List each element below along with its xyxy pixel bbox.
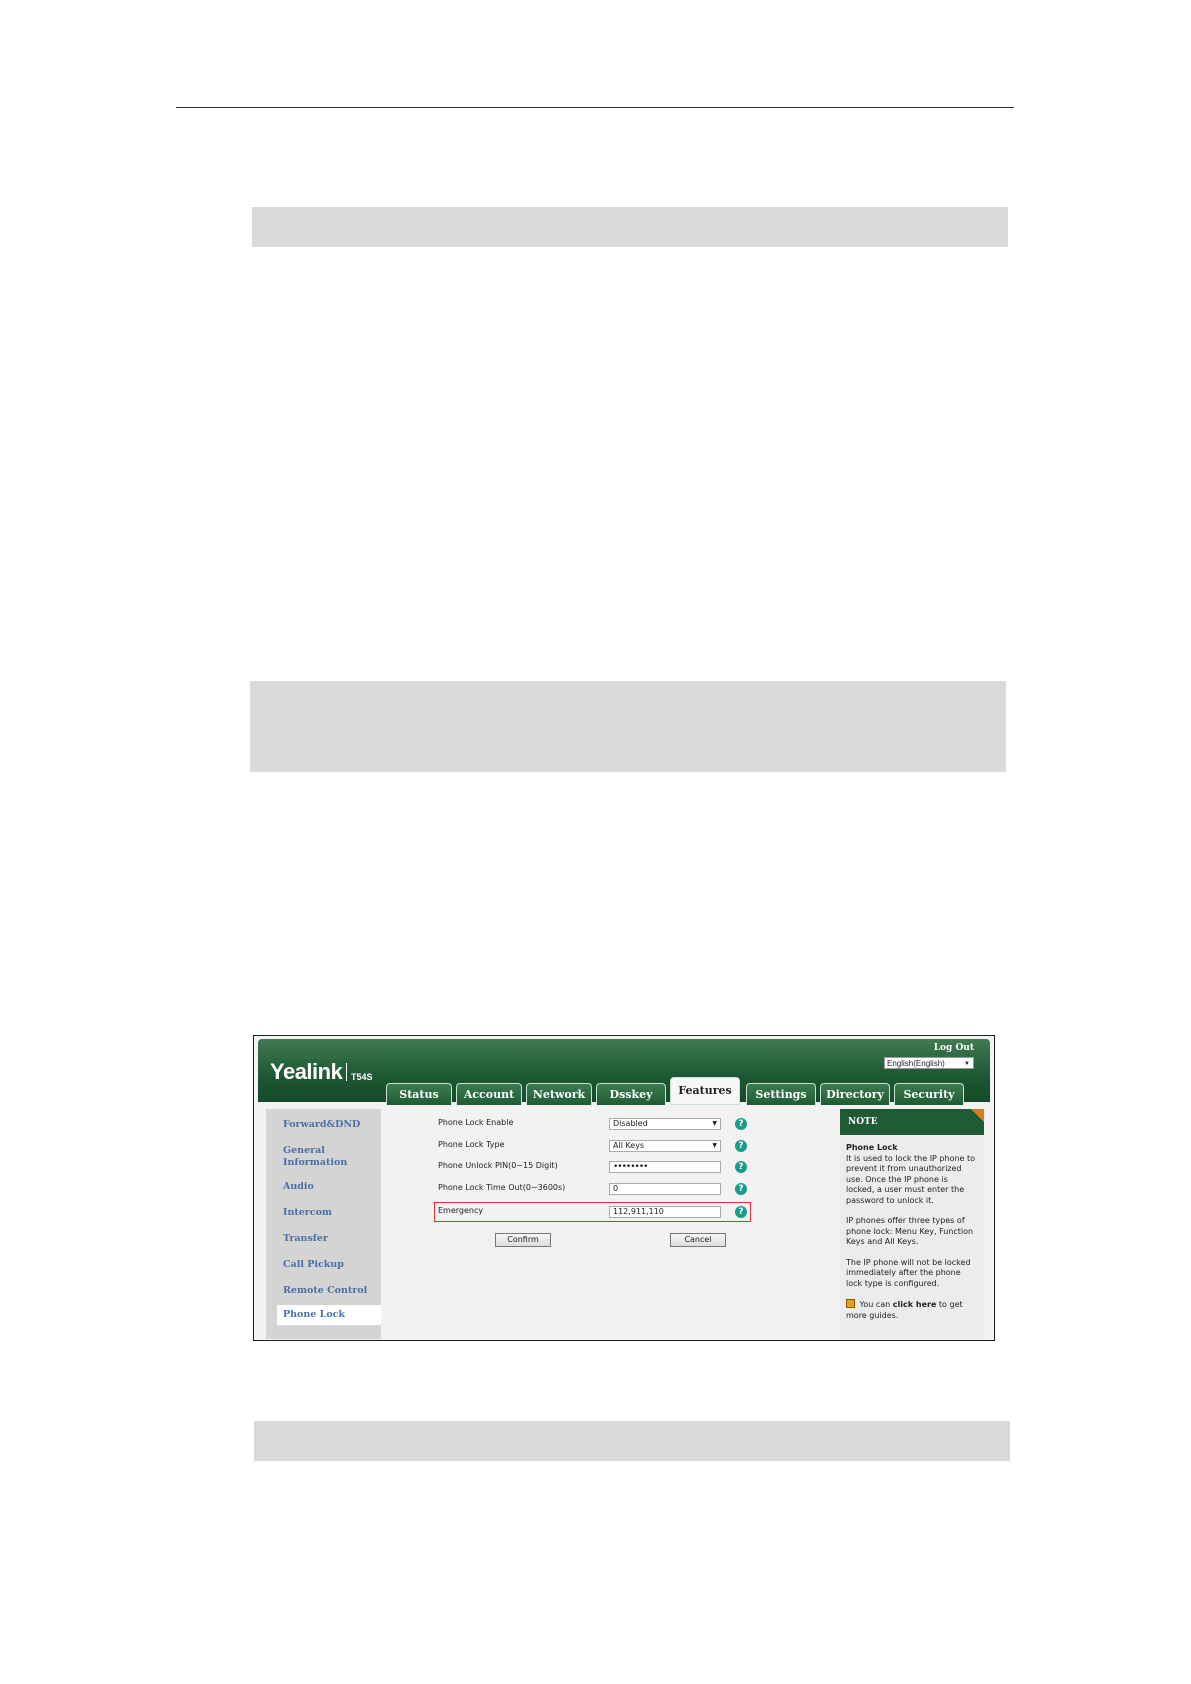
tab-directory[interactable]: Directory — [820, 1083, 890, 1105]
chevron-down-icon: ▼ — [964, 1061, 970, 1067]
tab-status[interactable]: Status — [386, 1083, 452, 1105]
sidebar-item-audio[interactable]: Audio — [283, 1181, 314, 1193]
chevron-down-icon: ▼ — [712, 1142, 717, 1149]
features-sidebar: Forward&DND General Information Audio In… — [266, 1109, 381, 1339]
note-guide: You can click here to get more guides. — [846, 1299, 978, 1321]
note-guide-pre: You can — [859, 1300, 891, 1309]
sidebar-item-intercom[interactable]: Intercom — [283, 1207, 332, 1219]
unlock-pin-label: Phone Unlock PIN(0~15 Digit) — [438, 1161, 558, 1170]
sidebar-item-forward-dnd[interactable]: Forward&DND — [283, 1119, 360, 1131]
unlock-pin-input[interactable]: •••••••• — [609, 1161, 721, 1173]
language-select[interactable]: English(English) ▼ — [884, 1057, 974, 1069]
note-text-1: It is used to lock the IP phone to preve… — [846, 1153, 976, 1205]
emergency-label: Emergency — [438, 1206, 484, 1215]
note-title: Phone Lock — [846, 1143, 898, 1152]
shaded-block-middle — [250, 681, 1006, 772]
yealink-logo: Yealink — [270, 1059, 343, 1084]
web-ui-screenshot: Yealink T54S Log Out English(English) ▼ … — [253, 1035, 995, 1341]
note-text-2: IP phones offer three types of phone loc… — [846, 1216, 974, 1246]
lock-timeout-input[interactable]: 0 — [609, 1183, 721, 1195]
tab-dsskey[interactable]: Dsskey — [596, 1083, 666, 1105]
tab-features[interactable]: Features — [670, 1077, 740, 1105]
sidebar-item-phone-lock[interactable]: Phone Lock — [277, 1305, 381, 1325]
phone-lock-enable-value: Disabled — [613, 1119, 648, 1128]
web-ui-header: Yealink T54S Log Out English(English) ▼ … — [258, 1039, 990, 1105]
shaded-block-top — [252, 207, 1008, 247]
tab-account[interactable]: Account — [456, 1083, 522, 1105]
note-paragraph-1: Phone Lock It is used to lock the IP pho… — [846, 1143, 978, 1206]
sidebar-item-transfer[interactable]: Transfer — [283, 1233, 328, 1245]
note-header: NOTE — [840, 1109, 984, 1135]
help-icon[interactable]: ? — [735, 1161, 747, 1173]
model-label: T54S — [351, 1072, 373, 1082]
logout-link[interactable]: Log Out — [934, 1043, 974, 1053]
sidebar-item-call-pickup[interactable]: Call Pickup — [283, 1259, 344, 1271]
language-value: English(English) — [887, 1059, 945, 1068]
note-panel: Phone Lock It is used to lock the IP pho… — [840, 1135, 984, 1339]
phone-lock-enable-select[interactable]: Disabled ▼ — [609, 1118, 721, 1130]
note-corner-icon — [971, 1109, 984, 1122]
logo-separator — [346, 1063, 347, 1081]
help-icon[interactable]: ? — [735, 1118, 747, 1130]
cancel-button[interactable]: Cancel — [670, 1233, 726, 1247]
tab-network[interactable]: Network — [526, 1083, 592, 1105]
book-icon — [846, 1299, 855, 1308]
note-header-label: NOTE — [848, 1117, 878, 1127]
note-text-3: The IP phone will not be locked immediat… — [846, 1257, 971, 1288]
lock-timeout-label: Phone Lock Time Out(0~3600s) — [438, 1183, 566, 1192]
chevron-down-icon: ▼ — [712, 1120, 717, 1127]
shaded-block-bottom — [254, 1421, 1010, 1461]
help-icon[interactable]: ? — [735, 1206, 747, 1218]
tab-security[interactable]: Security — [894, 1083, 964, 1105]
click-here-link[interactable]: click here — [893, 1300, 937, 1309]
confirm-button[interactable]: Confirm — [495, 1233, 551, 1247]
page-header-rule — [176, 107, 1014, 108]
phone-lock-type-select[interactable]: All Keys ▼ — [609, 1140, 721, 1152]
help-icon[interactable]: ? — [735, 1140, 747, 1152]
tab-settings[interactable]: Settings — [746, 1083, 816, 1105]
emergency-input[interactable]: 112,911,110 — [609, 1206, 721, 1218]
phone-lock-enable-label: Phone Lock Enable — [438, 1118, 514, 1127]
phone-lock-type-label: Phone Lock Type — [438, 1140, 505, 1149]
help-icon[interactable]: ? — [735, 1183, 747, 1195]
sidebar-item-general-information[interactable]: General Information — [283, 1145, 347, 1169]
phone-lock-type-value: All Keys — [613, 1141, 645, 1150]
sidebar-item-remote-control[interactable]: Remote Control — [283, 1285, 367, 1297]
